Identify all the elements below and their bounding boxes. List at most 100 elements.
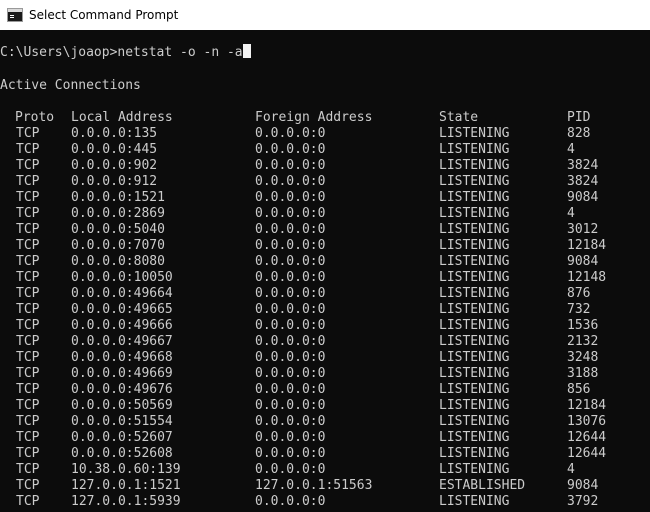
window-title: Select Command Prompt	[29, 8, 179, 22]
cell-pid: 4	[567, 206, 575, 221]
console-output[interactable]: C:\Users\joaop>netstat -o -n -a Active C…	[0, 30, 650, 512]
cell-local-address: 0.0.0.0:52607	[71, 430, 173, 445]
cell-pid: 3012	[567, 222, 599, 237]
cell-state: LISTENING	[439, 302, 510, 317]
cell-state: LISTENING	[439, 158, 510, 173]
cell-proto: TCP	[16, 414, 40, 429]
cell-proto: TCP	[16, 318, 40, 333]
cell-local-address: 0.0.0.0:49667	[71, 334, 173, 349]
cell-foreign-address: 0.0.0.0:0	[255, 222, 326, 237]
cell-foreign-address: 0.0.0.0:0	[255, 158, 326, 173]
cell-pid: 3188	[567, 366, 599, 381]
table-row: TCP 127.0.0.1:5939 0.0.0.0:0 LISTENING 3792	[0, 494, 650, 510]
cell-pid: 2132	[567, 334, 599, 349]
cell-local-address: 0.0.0.0:49676	[71, 382, 173, 397]
cell-state: LISTENING	[439, 174, 510, 189]
cell-state: LISTENING	[439, 334, 510, 349]
cell-pid: 12184	[567, 238, 607, 253]
cell-proto: TCP	[16, 270, 40, 285]
cell-pid: 732	[567, 302, 591, 317]
cell-proto: TCP	[16, 350, 40, 365]
table-header: Proto Local Address Foreign Address Stat…	[0, 110, 650, 126]
command-line[interactable]: C:\Users\joaop>netstat -o -n -a	[0, 44, 251, 60]
table-row: TCP 0.0.0.0:49668 0.0.0.0:0 LISTENING 3248	[0, 350, 650, 366]
table-row: TCP 0.0.0.0:49666 0.0.0.0:0 LISTENING 1536	[0, 318, 650, 334]
cell-proto: TCP	[16, 366, 40, 381]
cell-proto: TCP	[16, 206, 40, 221]
table-row: TCP 0.0.0.0:8080 0.0.0.0:0 LISTENING 9084	[0, 254, 650, 270]
table-row: TCP 0.0.0.0:50569 0.0.0.0:0 LISTENING 12184	[0, 398, 650, 414]
table-row: TCP 0.0.0.0:51554 0.0.0.0:0 LISTENING 13076	[0, 414, 650, 430]
cell-proto: TCP	[16, 222, 40, 237]
console-icon	[7, 8, 23, 22]
cell-pid: 3824	[567, 174, 599, 189]
cell-local-address: 0.0.0.0:10050	[71, 270, 173, 285]
cell-local-address: 0.0.0.0:50569	[71, 398, 173, 413]
cell-pid: 4	[567, 142, 575, 157]
table-row: TCP 0.0.0.0:135 0.0.0.0:0 LISTENING 828	[0, 126, 650, 142]
cell-local-address: 0.0.0.0:902	[71, 158, 158, 173]
cell-proto: TCP	[16, 190, 40, 205]
cell-proto: TCP	[16, 142, 40, 157]
cell-foreign-address: 0.0.0.0:0	[255, 142, 326, 157]
cell-state: LISTENING	[439, 382, 510, 397]
cell-pid: 828	[567, 126, 591, 141]
cell-local-address: 0.0.0.0:49669	[71, 366, 173, 381]
text-cursor	[242, 44, 251, 58]
cell-proto: TCP	[16, 462, 40, 477]
cell-state: LISTENING	[439, 142, 510, 157]
cell-proto: TCP	[16, 158, 40, 173]
cell-foreign-address: 0.0.0.0:0	[255, 270, 326, 285]
cell-state: LISTENING	[439, 206, 510, 221]
cell-state: LISTENING	[439, 286, 510, 301]
table-row: TCP 0.0.0.0:52607 0.0.0.0:0 LISTENING 12644	[0, 430, 650, 446]
cell-local-address: 0.0.0.0:49664	[71, 286, 173, 301]
cell-local-address: 10.38.0.60:139	[71, 462, 181, 477]
cell-pid: 3792	[567, 494, 599, 509]
cell-local-address: 0.0.0.0:49665	[71, 302, 173, 317]
command-prompt-window: Select Command Prompt C:\Users\joaop>net…	[0, 0, 650, 512]
cell-pid: 9084	[567, 254, 599, 269]
cell-pid: 9084	[567, 190, 599, 205]
cell-foreign-address: 0.0.0.0:0	[255, 126, 326, 141]
cell-proto: TCP	[16, 302, 40, 317]
cell-local-address: 0.0.0.0:51554	[71, 414, 173, 429]
table-row: TCP 0.0.0.0:2869 0.0.0.0:0 LISTENING 4	[0, 206, 650, 222]
cell-pid: 3824	[567, 158, 599, 173]
table-row: TCP 0.0.0.0:10050 0.0.0.0:0 LISTENING 12148	[0, 270, 650, 286]
table-row: TCP 0.0.0.0:1521 0.0.0.0:0 LISTENING 9084	[0, 190, 650, 206]
cell-foreign-address: 0.0.0.0:0	[255, 494, 326, 509]
cell-pid: 1536	[567, 318, 599, 333]
table-row: TCP 0.0.0.0:52608 0.0.0.0:0 LISTENING 12644	[0, 446, 650, 462]
table-row: TCP 127.0.0.1:1521 127.0.0.1:51563 ESTABLIS…	[0, 478, 650, 494]
table-row: TCP 10.38.0.60:139 0.0.0.0:0 LISTENING 4	[0, 462, 650, 478]
header-proto: Proto	[15, 110, 55, 125]
cell-foreign-address: 0.0.0.0:0	[255, 414, 326, 429]
table-row: TCP 0.0.0.0:49676 0.0.0.0:0 LISTENING 856	[0, 382, 650, 398]
cell-state: LISTENING	[439, 222, 510, 237]
cell-state: LISTENING	[439, 350, 510, 365]
cell-proto: TCP	[16, 494, 40, 509]
cell-proto: TCP	[16, 430, 40, 445]
cell-foreign-address: 127.0.0.1:51563	[255, 478, 373, 493]
cell-pid: 3248	[567, 350, 599, 365]
cell-state: ESTABLISHED	[439, 478, 526, 493]
cell-pid: 12644	[567, 446, 607, 461]
table-row: TCP 0.0.0.0:912 0.0.0.0:0 LISTENING 3824	[0, 174, 650, 190]
cell-proto: TCP	[16, 286, 40, 301]
cell-local-address: 0.0.0.0:7070	[71, 238, 165, 253]
cell-foreign-address: 0.0.0.0:0	[255, 350, 326, 365]
cell-local-address: 0.0.0.0:49666	[71, 318, 173, 333]
cell-local-address: 0.0.0.0:8080	[71, 254, 165, 269]
cell-proto: TCP	[16, 478, 40, 493]
cell-foreign-address: 0.0.0.0:0	[255, 334, 326, 349]
title-bar[interactable]: Select Command Prompt	[0, 0, 650, 30]
cell-foreign-address: 0.0.0.0:0	[255, 382, 326, 397]
cell-pid: 12184	[567, 398, 607, 413]
cell-foreign-address: 0.0.0.0:0	[255, 174, 326, 189]
table-row: TCP 0.0.0.0:5040 0.0.0.0:0 LISTENING 3012	[0, 222, 650, 238]
cell-foreign-address: 0.0.0.0:0	[255, 430, 326, 445]
cell-pid: 9084	[567, 478, 599, 493]
cell-pid: 12644	[567, 430, 607, 445]
cell-local-address: 0.0.0.0:52608	[71, 446, 173, 461]
